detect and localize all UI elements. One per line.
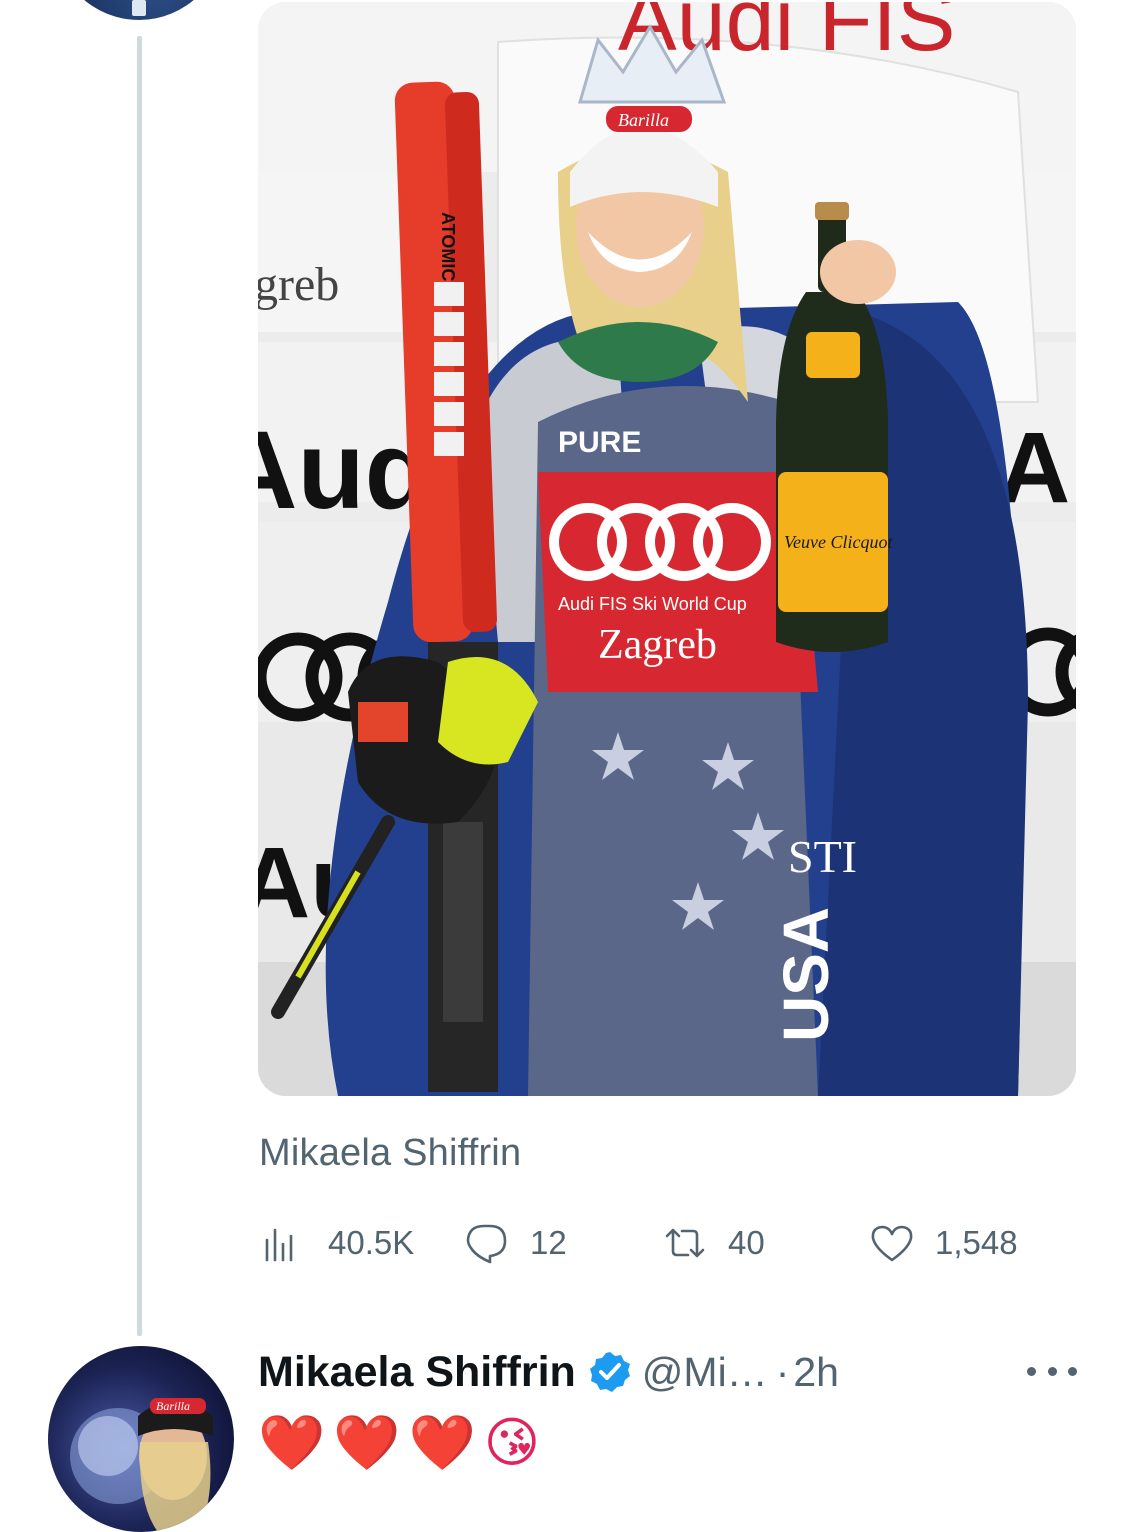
ellipsis-icon-dot [1047,1366,1057,1376]
reply-count: 12 [530,1224,567,1261]
ellipsis-icon-dot [1068,1366,1077,1376]
like-button[interactable]: 1,548 [869,1217,1018,1269]
bar-chart-icon [265,1228,293,1262]
bottle-label-text: Veuve Clicquot [784,532,893,552]
verified-badge-icon [589,1352,630,1392]
ellipsis-icon-dot [1027,1366,1036,1376]
header-separator: · [775,1348,790,1395]
bib-text-zagreb: Zagreb [598,622,717,668]
more-options-button[interactable] [1027,1357,1077,1385]
reply-tweet-text: ❤️❤️❤️😘 [258,1411,549,1474]
svg-text:USA: USA [770,907,842,1042]
retweet-arrows-icon [665,1228,705,1258]
reply-author-avatar[interactable]: Barilla [48,1346,234,1532]
views-count: 40.5K [328,1224,415,1261]
heart-icon [871,1225,913,1262]
bib-text-pure: PURE [558,426,641,459]
thread-connector-line [137,36,142,1336]
retweet-count: 40 [728,1224,765,1261]
avatar-text-barilla: Barilla [156,1399,190,1413]
photo-caption: Mikaela Shiffrin [259,1132,522,1174]
beanie-text-barilla: Barilla [618,110,669,130]
author-handle[interactable]: @Mi… [642,1349,768,1396]
parent-tweet-avatar[interactable] [54,0,224,20]
retweet-button[interactable]: 40 [662,1217,765,1269]
banner-text-zagreb: greb [258,258,339,311]
reply-button[interactable]: 12 [464,1217,567,1269]
like-count: 1,548 [935,1224,1018,1261]
author-display-name[interactable]: Mikaela Shiffrin [258,1348,576,1397]
ski-text-atomic: ATOMIC [438,212,458,281]
reply-tweet-header: Mikaela Shiffrin @Mi… · 2h [258,1342,1078,1402]
speech-bubble-icon [466,1224,507,1264]
svg-text:STI: STI [788,831,857,882]
tweet-timestamp[interactable]: 2h [793,1349,839,1396]
tweet-actions-bar: 40.5K 12 40 1,548 [258,1217,1058,1269]
bib-text-world-cup: Audi FIS Ski World Cup [558,594,747,614]
views-button[interactable]: 40.5K [258,1217,414,1269]
tweet-media-photo[interactable]: Audi FIS greb Audi Au Au PURE Audi [258,2,1076,1096]
